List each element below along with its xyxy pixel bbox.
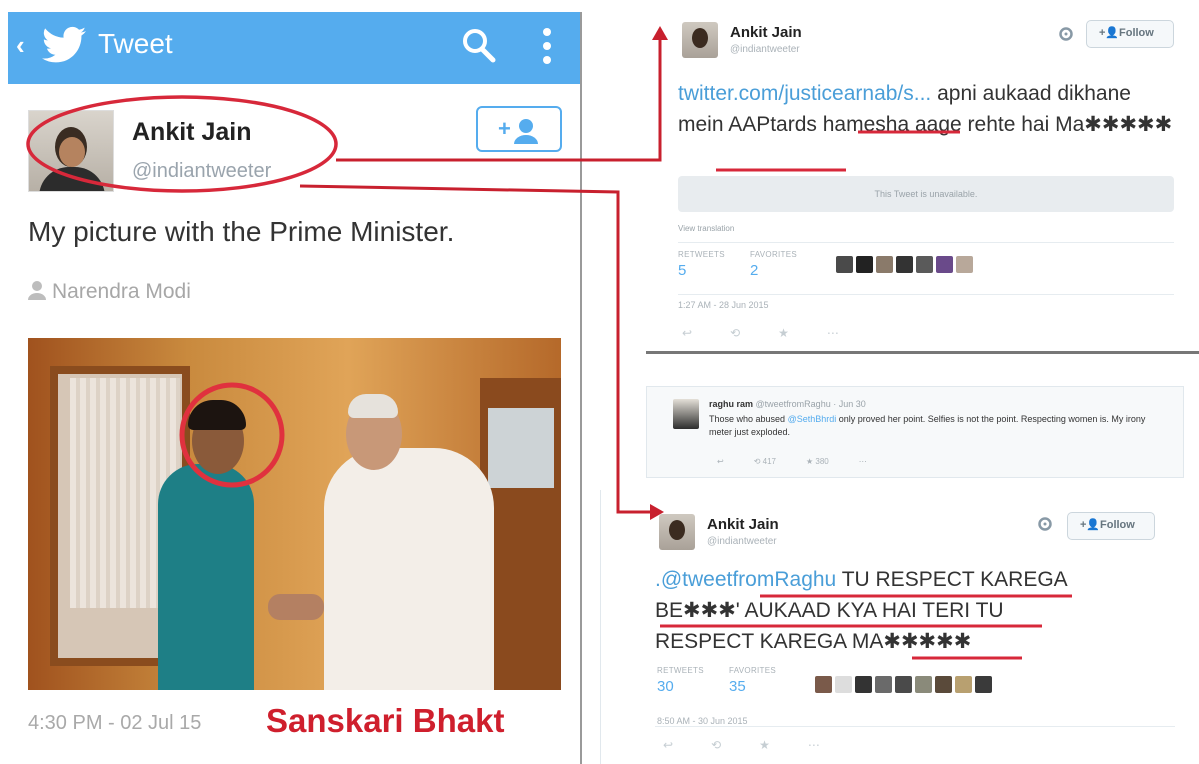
add-user-icon: +👤 xyxy=(1080,519,1101,531)
twitter-bird-icon xyxy=(42,26,86,69)
more-vertical-icon[interactable] xyxy=(540,26,554,73)
retweets-count: 417 xyxy=(762,457,776,466)
favorites-count: 380 xyxy=(815,457,829,466)
reply-icon[interactable]: ↩ xyxy=(663,738,673,752)
tweet-text-part: Those who abused xyxy=(709,414,788,424)
author-handle[interactable]: @indiantweeter xyxy=(707,536,777,547)
mention-link[interactable]: @SethBhrdi xyxy=(788,414,837,424)
favoriters-avatars[interactable] xyxy=(815,676,992,693)
author-handle[interactable]: @indiantweeter xyxy=(132,160,271,183)
tagged-person-name: Narendra Modi xyxy=(52,280,191,303)
author-line[interactable]: raghu ram @tweetfromRaghu · Jun 30 xyxy=(709,399,866,409)
avatar[interactable] xyxy=(28,110,114,192)
search-icon[interactable] xyxy=(462,26,496,69)
tweet-timestamp: 1:27 AM - 28 Jun 2015 xyxy=(678,300,769,310)
more-icon[interactable]: ⋯ xyxy=(859,457,867,466)
tweet-text-part: BE✱✱✱' AUKAAD KYA HAI TERI TU xyxy=(655,599,1004,622)
favorites-count[interactable]: 35 xyxy=(729,678,746,695)
unavailable-tweet-notice: This Tweet is unavailable. xyxy=(678,176,1174,212)
tweet-text-part: esha aage rehte hai xyxy=(863,113,1056,136)
more-icon[interactable]: ⋯ xyxy=(827,326,839,340)
svg-text:+: + xyxy=(498,116,511,141)
annotation-caption: Sanskari Bhakt xyxy=(266,702,505,739)
follow-button[interactable]: + xyxy=(476,106,562,152)
tweet-actions: ↩ ⟲ ★ ⋯ xyxy=(663,738,820,752)
mention-link[interactable]: .@tweetfromRaghu xyxy=(655,568,836,591)
back-chevron-icon[interactable]: ‹ xyxy=(16,30,25,61)
favorites-label: FAVORITES xyxy=(750,250,798,259)
retweets-label: RETWEETS xyxy=(657,666,704,675)
tweet-text-part: Ma✱✱✱✱✱ xyxy=(1055,113,1173,136)
retweets-count[interactable]: 5 xyxy=(678,262,686,279)
app-bar: ‹ Tweet xyxy=(8,12,580,84)
tweet-card-1: Ankit Jain @indiantweeter +👤 Follow twit… xyxy=(646,8,1199,354)
author-name: raghu ram xyxy=(709,399,754,409)
retweet-icon[interactable]: ⟲ xyxy=(730,326,740,340)
gear-icon[interactable] xyxy=(1037,516,1053,537)
tweet-actions: ↩ ⟲ ★ ⋯ xyxy=(682,326,839,340)
favorite-action[interactable]: ★ 380 xyxy=(806,457,829,466)
avatar[interactable] xyxy=(673,399,699,429)
tweet-photo[interactable] xyxy=(28,338,561,690)
favorite-icon[interactable]: ★ xyxy=(759,738,770,752)
tweet-detail-screen: ‹ Tweet Ankit Jain @indiantweeter + My p… xyxy=(8,12,582,764)
reply-tweet: raghu ram @tweetfromRaghu · Jun 30 Those… xyxy=(646,386,1184,478)
author-handle: @tweetfromRaghu · Jun 30 xyxy=(755,399,866,409)
favoriters-avatars[interactable] xyxy=(836,256,973,273)
tweet-text: Those who abused @SethBhrdi only proved … xyxy=(709,413,1169,439)
author-name[interactable]: Ankit Jain xyxy=(707,516,779,533)
view-translation-link[interactable]: View translation xyxy=(678,224,734,233)
retweets-count[interactable]: 30 xyxy=(657,678,674,695)
follow-button[interactable]: +👤 Follow xyxy=(1067,512,1155,540)
author-handle[interactable]: @indiantweeter xyxy=(730,44,800,55)
tweet-timestamp: 4:30 PM - 02 Jul 15 xyxy=(28,712,202,734)
favorites-label: FAVORITES xyxy=(729,666,777,675)
gear-icon[interactable] xyxy=(1058,26,1074,47)
author-name[interactable]: Ankit Jain xyxy=(730,24,802,41)
tweet-text-part: AAPtards ham xyxy=(728,113,864,136)
tweet-actions: ↩ ⟲ 417 ★ 380 ⋯ xyxy=(717,457,867,466)
favorites-count[interactable]: 2 xyxy=(750,262,758,279)
reply-icon[interactable]: ↩ xyxy=(682,326,692,340)
retweet-action[interactable]: ⟲ 417 xyxy=(754,457,776,466)
add-user-icon: +👤 xyxy=(1099,27,1120,39)
more-icon[interactable]: ⋯ xyxy=(808,738,820,752)
tweet-timestamp: 8:50 AM - 30 Jun 2015 xyxy=(657,716,748,726)
tweet-text: My picture with the Prime Minister. xyxy=(28,216,455,247)
tweet-text: twitter.com/justicearnab/s... apni aukaa… xyxy=(678,78,1178,140)
retweet-icon[interactable]: ⟲ xyxy=(711,738,721,752)
tweet-text-part: RESPECT KAREGA MA✱✱✱✱✱ xyxy=(655,630,972,653)
avatar[interactable] xyxy=(659,514,695,550)
tweet-text-part: TU RESPECT KAREGA xyxy=(836,568,1068,591)
tweet-text: .@tweetfromRaghu TU RESPECT KAREGA BE✱✱✱… xyxy=(655,564,1175,657)
divider xyxy=(678,294,1174,295)
favorite-icon[interactable]: ★ xyxy=(778,326,789,340)
tweet-card-2: Ankit Jain @indiantweeter +👤 Follow .@tw… xyxy=(600,490,1184,764)
person-tag-icon xyxy=(28,280,46,306)
author-name[interactable]: Ankit Jain xyxy=(132,118,251,147)
tagged-person[interactable]: Narendra Modi xyxy=(28,280,191,306)
divider xyxy=(655,726,1175,727)
avatar[interactable] xyxy=(682,22,718,58)
follow-button[interactable]: +👤 Follow xyxy=(1086,20,1174,48)
tweet-link[interactable]: twitter.com/justicearnab/s... xyxy=(678,82,931,105)
retweets-label: RETWEETS xyxy=(678,250,725,259)
reply-icon[interactable]: ↩ xyxy=(717,457,724,466)
divider xyxy=(678,242,1174,243)
add-user-icon: + xyxy=(498,116,538,144)
screen-title: Tweet xyxy=(98,28,173,59)
